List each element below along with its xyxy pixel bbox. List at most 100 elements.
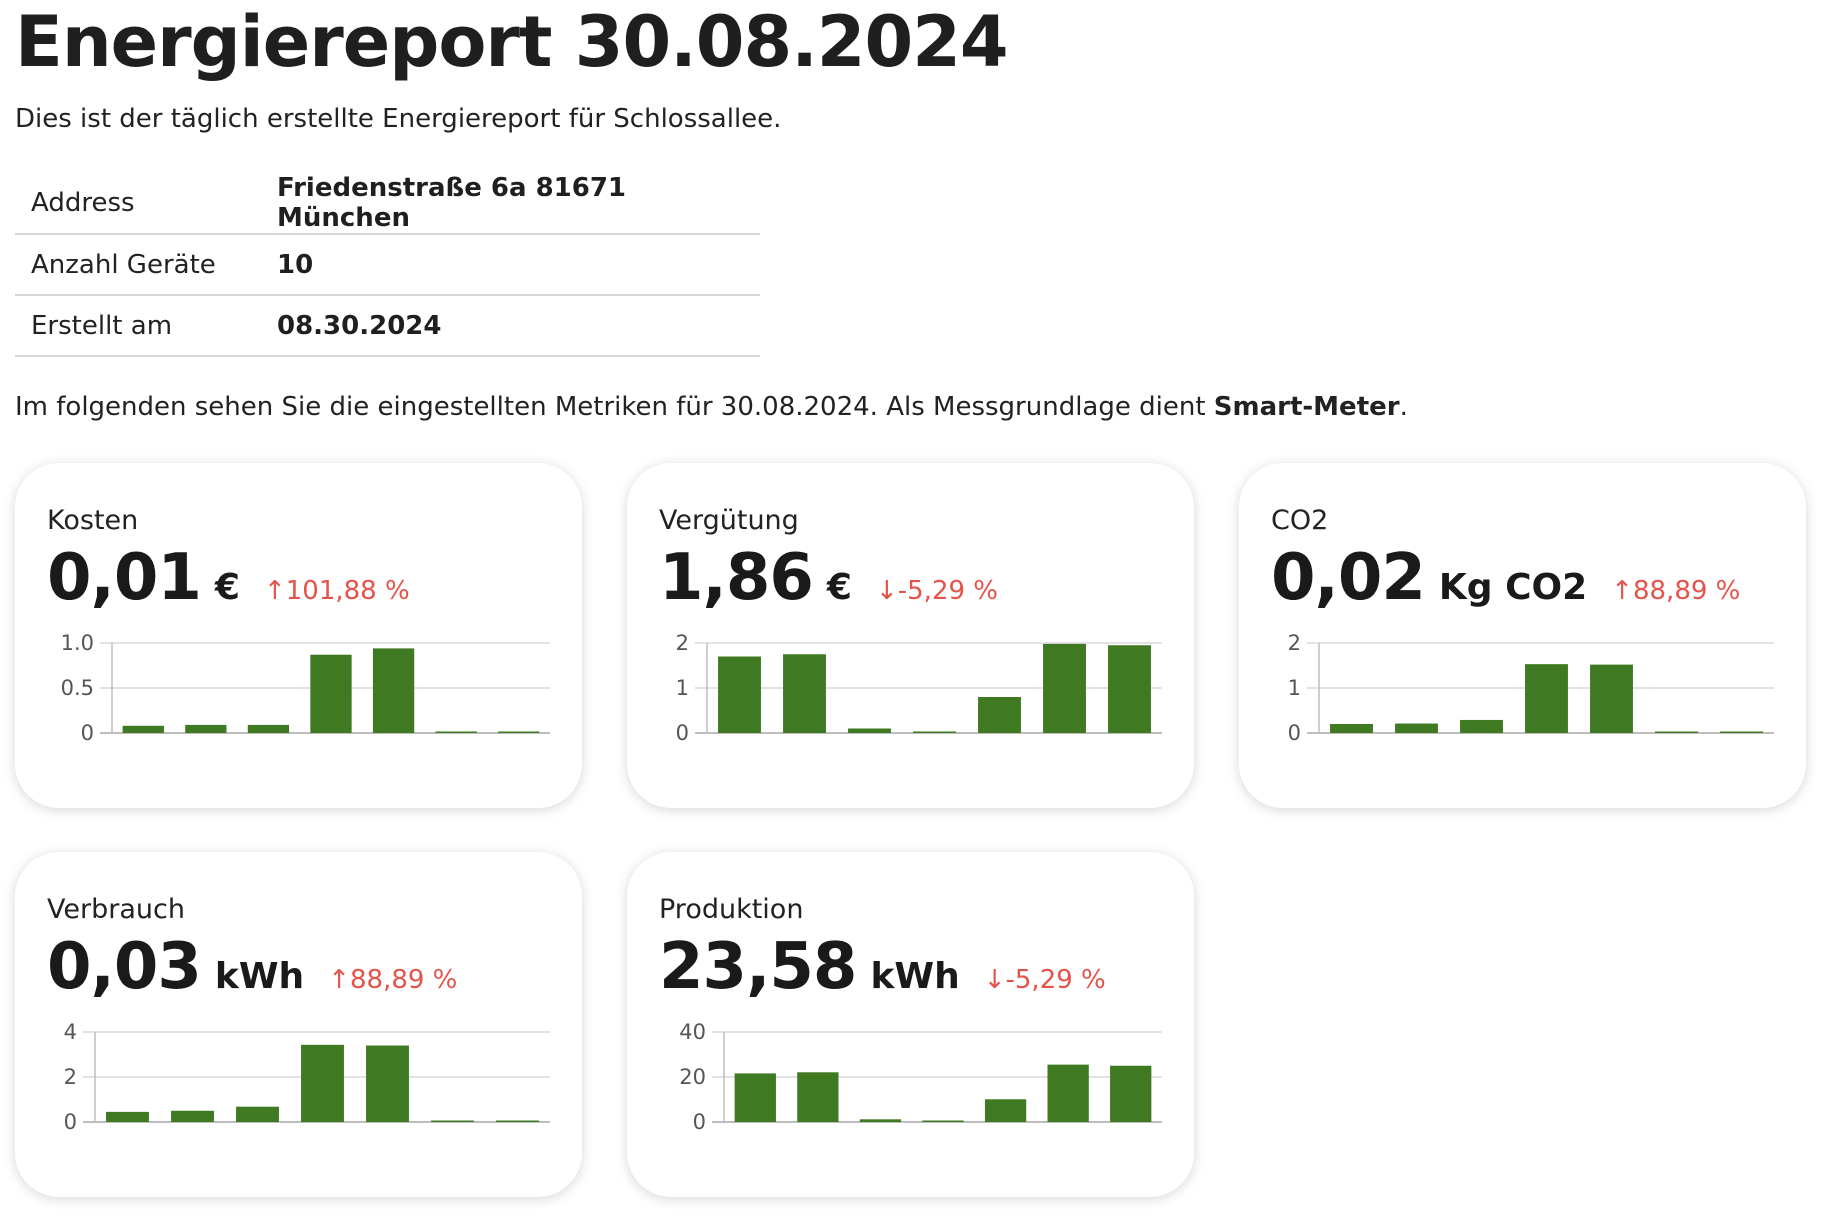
bar — [859, 1119, 902, 1122]
bar — [913, 731, 956, 733]
bar — [978, 697, 1021, 733]
bar-chart: 0 1 2 — [676, 633, 1162, 745]
info-row-created: Erstellt am 08.30.2024 — [15, 295, 760, 357]
y-tick-label: 0 — [1288, 721, 1301, 745]
metric-value: 0,01 — [47, 541, 202, 615]
value-row: 23,58 kWh ↓-5,29 % — [659, 930, 1106, 1004]
y-tick-label: 1 — [1288, 676, 1301, 700]
bar-chart: 0 0.5 1.0 — [61, 633, 550, 745]
metric-change: ↑88,89 % — [1611, 576, 1741, 606]
metric-change: ↑101,88 % — [263, 576, 410, 606]
card-title: Verbrauch — [47, 894, 185, 925]
metric-card-verbrauch: Verbrauch 0,03 kWh ↑88,89 % 0 2 4 — [15, 852, 582, 1197]
info-row-devices: Anzahl Geräte 10 — [15, 234, 760, 296]
bar — [310, 654, 352, 733]
metric-unit: € — [214, 567, 240, 608]
y-tick-label: 2 — [64, 1065, 77, 1089]
intro-text: Dies ist der täglich erstellte Energiere… — [15, 104, 782, 134]
bar — [783, 654, 826, 733]
bar — [498, 731, 540, 733]
y-tick-label: 4 — [64, 1022, 77, 1044]
y-tick-label: 0 — [693, 1110, 706, 1134]
value-row: 1,86 € ↓-5,29 % — [659, 541, 998, 615]
bar — [1330, 724, 1373, 733]
bar — [922, 1120, 964, 1122]
info-key: Erstellt am — [15, 295, 277, 357]
info-value: Friedenstraße 6a 81671 München — [277, 173, 760, 235]
metric-change: ↑88,89 % — [328, 965, 458, 995]
metrics-intro-prefix: Im folgenden sehen Sie die eingestellten… — [15, 392, 1214, 422]
metric-card-verguetung: Vergütung 1,86 € ↓-5,29 % 0 1 2 — [627, 463, 1194, 808]
y-tick-label: 0.5 — [61, 676, 94, 700]
measurement-basis: Smart-Meter — [1213, 392, 1400, 422]
y-tick-label: 0 — [64, 1110, 77, 1134]
y-tick-label: 2 — [1288, 633, 1301, 655]
bar — [1108, 645, 1151, 733]
bar — [1655, 731, 1698, 733]
metric-value: 23,58 — [659, 930, 857, 1004]
bar — [435, 731, 477, 733]
bar — [1720, 731, 1763, 733]
metrics-intro-suffix: . — [1399, 392, 1408, 422]
page-title: Energiereport 30.08.2024 — [15, 1, 1009, 83]
bar — [106, 1111, 149, 1122]
bar — [797, 1072, 839, 1122]
metric-card-kosten: Kosten 0,01 € ↑101,88 % 0 0.5 1.0 — [15, 463, 582, 808]
metric-card-produktion: Produktion 23,58 kWh ↓-5,29 % 0 20 40 — [627, 852, 1194, 1197]
info-row-address: Address Friedenstraße 6a 81671 München — [15, 173, 760, 235]
bar — [372, 648, 415, 733]
card-title: CO2 — [1271, 505, 1329, 536]
bar — [1047, 1064, 1089, 1122]
card-title: Vergütung — [659, 505, 799, 536]
bar — [848, 728, 891, 733]
bar — [247, 724, 290, 733]
value-row: 0,01 € ↑101,88 % — [47, 541, 410, 615]
bar — [1590, 664, 1633, 733]
bar — [1110, 1065, 1152, 1122]
metric-change: ↓-5,29 % — [875, 576, 998, 606]
bar — [496, 1120, 539, 1122]
metric-value: 0,02 — [1271, 541, 1426, 615]
y-tick-label: 2 — [676, 633, 689, 655]
y-tick-label: 20 — [679, 1065, 706, 1089]
y-tick-label: 40 — [679, 1022, 706, 1044]
metric-value: 1,86 — [659, 541, 814, 615]
info-key: Address — [15, 173, 277, 235]
bar-chart: 0 20 40 — [679, 1022, 1162, 1134]
y-tick-label: 1 — [676, 676, 689, 700]
metric-card-co2: CO2 0,02 Kg CO2 ↑88,89 % 0 1 2 — [1239, 463, 1806, 808]
metric-unit: Kg CO2 — [1438, 567, 1588, 608]
bar — [984, 1099, 1027, 1122]
bar — [1395, 723, 1438, 733]
bar — [1525, 664, 1568, 733]
info-value: 08.30.2024 — [277, 295, 760, 357]
value-row: 0,03 kWh ↑88,89 % — [47, 930, 457, 1004]
y-tick-label: 0 — [81, 721, 94, 745]
bar-chart: 0 1 2 — [1288, 633, 1774, 745]
info-table: Address Friedenstraße 6a 81671 München A… — [15, 173, 760, 357]
info-key: Anzahl Geräte — [15, 234, 277, 296]
bar — [431, 1120, 474, 1122]
bar — [185, 724, 227, 733]
metric-unit: kWh — [214, 956, 305, 997]
bar — [718, 656, 761, 733]
info-value: 10 — [277, 234, 760, 296]
bar — [171, 1110, 214, 1122]
y-tick-label: 1.0 — [61, 633, 94, 655]
metric-unit: € — [826, 567, 852, 608]
bar — [122, 725, 164, 733]
bar — [1043, 643, 1086, 733]
metric-unit: kWh — [870, 956, 960, 997]
bar-chart: 0 2 4 — [64, 1022, 550, 1134]
bar — [236, 1106, 279, 1122]
metric-value: 0,03 — [47, 930, 202, 1004]
bar — [1460, 719, 1503, 733]
bar — [301, 1044, 344, 1122]
metric-change: ↓-5,29 % — [983, 965, 1106, 995]
y-tick-label: 0 — [676, 721, 689, 745]
value-row: 0,02 Kg CO2 ↑88,89 % — [1271, 541, 1740, 615]
metrics-intro: Im folgenden sehen Sie die eingestellten… — [15, 392, 1408, 422]
bar — [734, 1073, 776, 1122]
card-title: Kosten — [47, 505, 139, 536]
bar — [366, 1045, 409, 1122]
